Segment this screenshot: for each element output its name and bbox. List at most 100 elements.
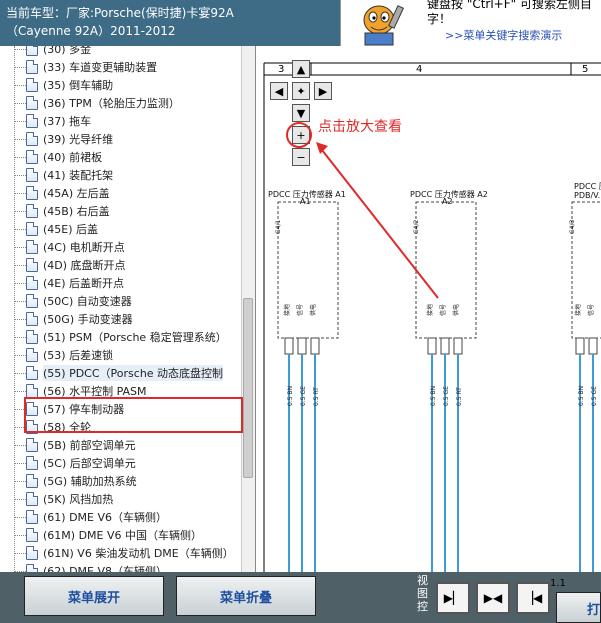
tree-connector [14,480,26,482]
tree-item-label: (45A) 左后盖 [43,187,110,200]
tree-connector [14,462,26,464]
tree-item-label: (40) 前裙板 [43,151,103,164]
pan-center-button[interactable]: ✦ [292,82,310,100]
tree-connector [14,354,26,356]
tree-connector [14,138,26,140]
document-icon [26,258,38,272]
tree-item[interactable]: (35) 倒车辅助 [14,76,113,94]
tree-connector [14,372,26,374]
tree-connector [14,264,26,266]
document-icon [26,438,38,452]
tree-item[interactable]: (45B) 右后盖 [14,202,110,220]
search-demo-link[interactable]: >>菜单关键字搜索演示 [445,27,562,43]
tree-item[interactable]: (61N) V6 柴油发动机 DME（车辆侧） [14,544,234,562]
tree-item-label: (35) 倒车辅助 [43,79,114,92]
wiring-diagram-view[interactable]: G4/1 G4/2 G4/3 接地 信号 供电 接地 信号 供电 接地 信号 0… [256,46,601,572]
pan-down-button[interactable]: ▼ [292,104,310,122]
tree-item[interactable]: (5B) 前部空调单元 [14,436,136,454]
pan-right-button[interactable]: ▶ [314,82,332,100]
zoom-annotation: 点击放大查看 [318,119,402,135]
document-icon [26,546,38,560]
zoom-out-button[interactable]: − [292,148,310,166]
tree-item[interactable]: (55) PDCC（Porsche 动态底盘控制 [14,364,224,382]
pan-left-button[interactable]: ◀ [270,82,288,100]
document-icon [26,78,38,92]
tree-item-label: (45E) 后盖 [43,223,99,236]
column-number-3: 3 [278,64,285,75]
svg-text:供电: 供电 [309,304,317,316]
tree-item[interactable]: (37) 拖车 [14,112,91,130]
component-ref-a2: A2 [442,197,453,206]
collapse-menu-button[interactable]: 菜单折叠 [176,576,316,616]
svg-text:0.5 BN: 0.5 BN [430,386,437,406]
component-ref-a1: A1 [300,197,311,206]
document-icon [26,60,38,74]
expand-menu-button[interactable]: 菜单展开 [24,576,164,616]
tree-item[interactable]: (50G) 手动变速器 [14,310,133,328]
tree-connector [14,390,26,392]
tree-item[interactable]: (36) TPM（轮胎压力监测） [14,94,180,112]
tree-item[interactable]: (61) DME V6（车辆侧） [14,508,167,526]
tree-connector [14,210,26,212]
tree-item[interactable]: (45E) 后盖 [14,220,98,238]
tree-item[interactable]: (45A) 左后盖 [14,184,110,202]
tree-connector [14,444,26,446]
document-icon [26,240,38,254]
bottom-toolbar: 菜单展开 菜单折叠 视图控 ▶▏ ▶◀ ▕◀ 1.1 打 [0,572,601,623]
tree-connector [14,282,26,284]
svg-text:0.5 GE: 0.5 GE [591,386,598,406]
tree-item[interactable]: (50C) 自动变速器 [14,292,132,310]
document-icon [26,46,38,56]
svg-text:G4/2: G4/2 [413,220,420,234]
tree-item[interactable]: (33) 车道变更辅助装置 [14,58,157,76]
tree-item[interactable]: (5G) 辅助加热系统 [14,472,137,490]
view-left-button[interactable]: ▕◀ [516,582,550,614]
document-icon [26,222,38,236]
pan-up-button[interactable]: ▲ [292,60,310,78]
document-icon [26,96,38,110]
document-icon [26,348,38,362]
tree-item[interactable]: (62) DME V8（车辆侧） [14,562,167,572]
tree-item[interactable]: (5C) 后部空调单元 [14,454,136,472]
column-number-4: 4 [416,64,423,75]
tree-item[interactable]: (4C) 电机断开点 [14,238,125,256]
tree-scrollbar-thumb[interactable] [243,298,253,478]
svg-text:接地: 接地 [574,304,582,316]
svg-text:信号: 信号 [439,304,447,316]
tree-item[interactable]: (51) PSM（Porsche 稳定管理系统） [14,328,227,346]
tree-connector [14,552,26,554]
svg-text:信号: 信号 [587,304,595,316]
tree-connector [14,102,26,104]
tree-item[interactable]: (4D) 底盘断开点 [14,256,126,274]
tree-connector [14,192,26,194]
svg-text:0.5 RT: 0.5 RT [456,387,463,406]
document-icon [26,492,38,506]
document-icon [26,150,38,164]
tree-item-label: (36) TPM（轮胎压力监测） [43,97,180,110]
tree-item[interactable]: (40) 前裙板 [14,148,102,166]
tree-item-label: (39) 光导纤维 [43,133,114,146]
page-number: 1.1 [550,578,566,589]
tree-item[interactable]: (30) 多金 [14,46,91,58]
document-icon [26,276,38,290]
tree-item[interactable]: (53) 后差速锁 [14,346,113,364]
print-button[interactable]: 打 [556,592,601,623]
document-icon [26,528,38,542]
tree-item-label: (5K) 风挡加热 [43,493,114,506]
document-icon [26,474,38,488]
tree-item-label: (4E) 后盖断开点 [43,277,125,290]
tree-item-label: (53) 后差速锁 [43,349,114,362]
tree-item[interactable]: (61M) DME V6 中国（车辆侧） [14,526,202,544]
view-right-button[interactable]: ▶▏ [436,582,470,614]
search-hint-panel: 键盘按 "Ctrl+F" 可搜索左侧目字！ >>菜单关键字搜索演示 [340,0,601,46]
view-split-button[interactable]: ▶◀ [476,582,510,614]
tree-item[interactable]: (41) 装配托架 [14,166,113,184]
tree-item[interactable]: (5K) 风挡加热 [14,490,113,508]
tree-item[interactable]: (39) 光导纤维 [14,130,113,148]
tree-item-label: (4C) 电机断开点 [43,241,125,254]
tree-item[interactable]: (4E) 后盖断开点 [14,274,124,292]
mascot-icon [363,5,405,46]
tree-connector [14,48,26,50]
tree-connector [14,66,26,68]
component-ref-a3: PDB/V... [574,191,601,200]
